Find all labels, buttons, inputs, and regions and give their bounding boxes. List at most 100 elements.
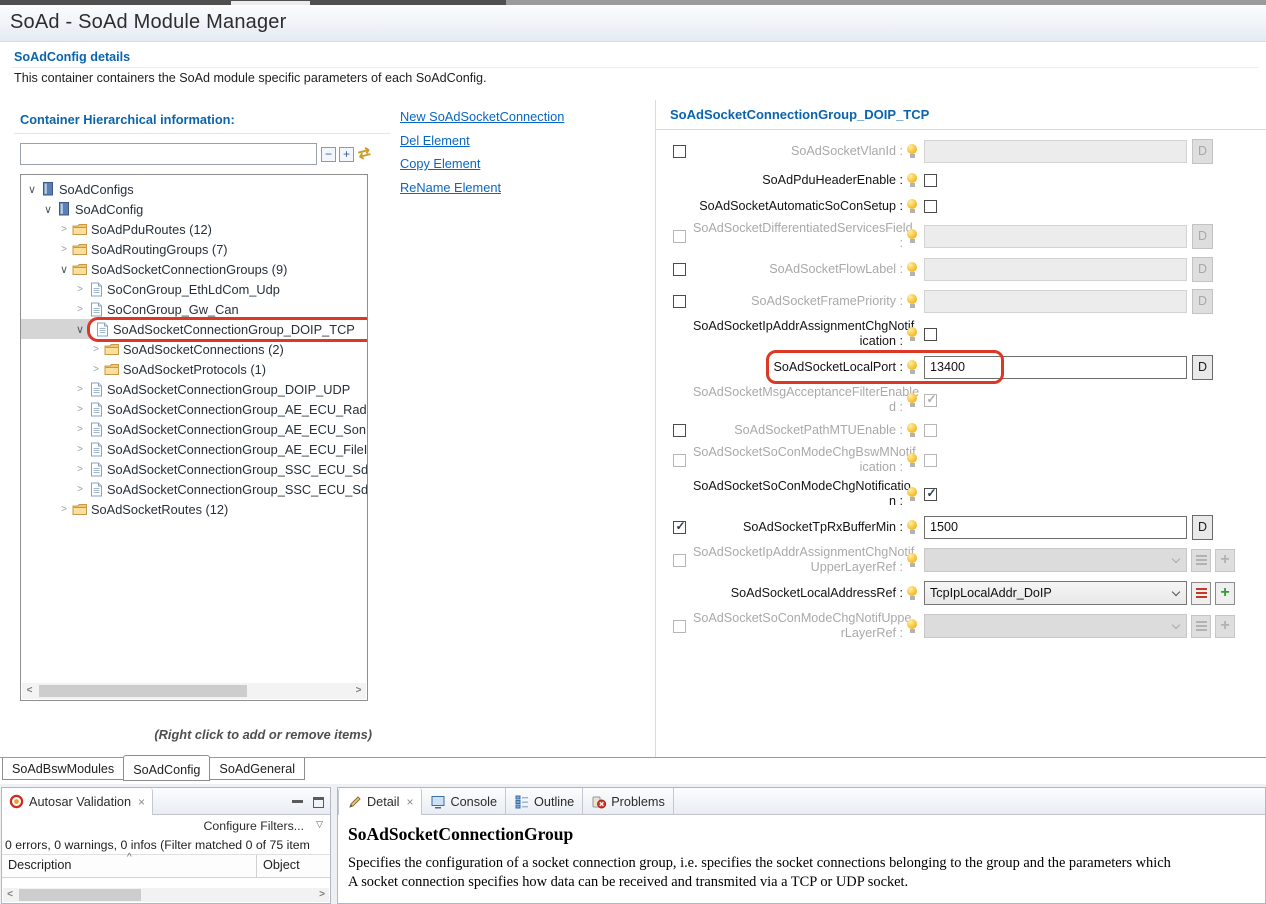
tree-item[interactable]: >SoAdPduRoutes (12) [21,219,367,239]
tree-item[interactable]: >SoAdSocketConnectionGroup_SSC_ECU_Sd [21,459,367,479]
sync-icon[interactable]: ⇄ [356,143,373,164]
chevron-collapsed-icon[interactable]: > [89,364,103,375]
scroll-left-icon[interactable]: < [3,888,17,902]
enable-checkbox-column [673,521,693,534]
scroll-left-icon[interactable]: < [22,684,37,698]
tree-item[interactable]: ∨SoAdSocketConnectionGroup_DOIP_TCP [21,319,367,339]
parameter-checkbox[interactable] [924,328,937,341]
view-tab-detail[interactable]: Detail× [338,788,422,815]
tree-item[interactable]: > SoAdSocketConnectionGroup_AE_ECU_Son [21,419,367,439]
enable-checkbox[interactable] [673,145,686,158]
add-reference-icon[interactable]: + [1215,582,1235,605]
scrollbar-thumb[interactable] [19,889,141,901]
form-row-SoAdSocketDifferentiatedServicesField: SoAdSocketDifferentiatedServicesField :D [656,219,1266,253]
tree-item-label: SoAdSocketConnectionGroup_AE_ECU_Son [105,422,366,437]
chevron-collapsed-icon[interactable]: > [73,464,87,475]
tree-item[interactable]: >SoAdSocketConnectionGroup_SSC_ECU_Sd [21,479,367,499]
action-link-copy-element[interactable]: Copy Element [400,156,564,171]
chevron-collapsed-icon[interactable]: > [57,224,71,235]
form-row-SoAdSocketFramePriority: SoAdSocketFramePriority :D [656,285,1266,317]
scroll-right-icon[interactable]: > [351,684,366,698]
parameter-label: SoAdSocketDifferentiatedServicesField : [693,221,903,251]
collapse-all-icon[interactable]: − [321,147,336,162]
tree-item[interactable]: >SoAdSocketProtocols (1) [21,359,367,379]
document-icon [87,421,105,437]
column-header-object[interactable]: Object [257,855,300,877]
close-icon[interactable]: × [138,795,145,809]
tree-item[interactable]: ∨SoAdSocketConnectionGroups (9) [21,259,367,279]
folder-icon [71,221,89,237]
chevron-expanded-icon[interactable]: ∨ [41,203,55,216]
tree-item-label: SoAdSocketRoutes (12) [89,502,228,517]
module-icon [39,181,57,197]
chevron-collapsed-icon[interactable]: > [57,244,71,255]
form-row-SoAdSocketSoConModeChgNotifUpperLayerRef: SoAdSocketSoConModeChgNotifUppe rLayerRe… [656,609,1266,643]
tree-item[interactable]: >SoAdSocketConnections (2) [21,339,367,359]
chevron-collapsed-icon[interactable]: > [73,404,87,415]
chevron-collapsed-icon[interactable]: > [73,384,87,395]
chevron-collapsed-icon[interactable]: > [89,344,103,355]
tree-item[interactable]: >SoAdRoutingGroups (7) [21,239,367,259]
reference-list-icon[interactable] [1191,582,1211,605]
enable-checkbox [673,554,686,567]
chevron-collapsed-icon[interactable]: > [73,484,87,495]
scroll-right-icon[interactable]: > [315,888,329,902]
tree-item[interactable]: ∨SoAdConfigs [21,179,367,199]
chevron-expanded-icon[interactable]: ∨ [57,263,71,276]
tree-item[interactable]: >SoAdSocketConnectionGroup_DOIP_UDP [21,379,367,399]
parameter-input[interactable]: 1500 [924,516,1187,539]
document-icon [87,381,105,397]
chevron-expanded-icon[interactable]: ∨ [73,323,87,336]
maximize-icon[interactable] [313,797,324,808]
tree-filter-input[interactable] [20,143,317,165]
document-icon [87,301,105,317]
parameter-checkbox[interactable] [924,488,937,501]
parameter-checkbox[interactable] [924,200,937,213]
default-value-button[interactable]: D [1192,515,1213,540]
enable-checkbox[interactable] [673,263,686,276]
tree-item[interactable]: >SoAdSocketConnectionGroup_AE_ECU_FileI [21,439,367,459]
chevron-collapsed-icon[interactable]: > [73,444,87,455]
view-tab-problems[interactable]: Problems [583,788,674,815]
tree-item[interactable]: ∨SoAdConfig [21,199,367,219]
enable-checkbox[interactable] [673,424,686,437]
parameter-input[interactable]: 13400 [924,356,1187,379]
default-value-button[interactable]: D [1192,355,1213,380]
view-tab-autosar-validation[interactable]: Autosar Validation × [2,788,153,815]
chevron-collapsed-icon[interactable]: > [73,284,87,295]
chevron-collapsed-icon[interactable]: > [73,304,87,315]
hint-bulb-icon [906,519,919,535]
parameter-checkbox[interactable] [924,174,937,187]
form-row-SoAdSocketPathMTUEnable: SoAdSocketPathMTUEnable : [656,417,1266,443]
view-tab-console[interactable]: Console [422,788,506,815]
chevron-expanded-icon[interactable]: ∨ [25,183,39,196]
action-link-new-soadsocketconnection[interactable]: New SoAdSocketConnection [400,109,564,124]
expand-all-icon[interactable]: + [339,147,354,162]
view-menu-icon[interactable]: ▽ [316,819,323,830]
parameter-label: SoAdSocketAutomaticSoConSetup : [693,199,903,214]
editor-tab-soadconfig[interactable]: SoAdConfig [123,755,210,781]
section-heading: SoAdConfig details [14,50,130,64]
chevron-collapsed-icon[interactable]: > [57,504,71,515]
configure-filters-button[interactable]: Configure Filters... [204,819,304,833]
validation-status-text: 0 errors, 0 warnings, 0 infos (Filter ma… [2,836,330,855]
action-link-rename-element[interactable]: ReName Element [400,180,564,195]
enable-checkbox[interactable] [673,295,686,308]
editor-tab-soadgeneral[interactable]: SoAdGeneral [209,758,305,780]
action-link-del-element[interactable]: Del Element [400,133,564,148]
chevron-collapsed-icon[interactable]: > [73,424,87,435]
tree-item[interactable]: >SoConGroup_EthLdCom_Udp [21,279,367,299]
view-tab-label: Problems [611,795,665,809]
tree-item[interactable]: > SoAdSocketConnectionGroup_AE_ECU_Rad [21,399,367,419]
tree-item[interactable]: > SoAdSocketRoutes (12) [21,499,367,519]
scrollbar-thumb[interactable] [39,685,247,697]
minimize-icon[interactable] [292,800,303,809]
view-tab-outline[interactable]: Outline [506,788,583,815]
editor-tab-soadbswmodules[interactable]: SoAdBswModules [2,758,124,780]
tree-item-label: SoAdSocketConnectionGroup_AE_ECU_Rad [105,402,367,417]
close-icon[interactable]: × [406,795,413,809]
parameter-dropdown[interactable]: TcpIpLocalAddr_DoIP [924,581,1187,605]
validation-horizontal-scrollbar[interactable]: < > [3,888,329,902]
enable-checkbox[interactable] [673,521,686,534]
tree-horizontal-scrollbar[interactable]: < > [22,683,366,699]
